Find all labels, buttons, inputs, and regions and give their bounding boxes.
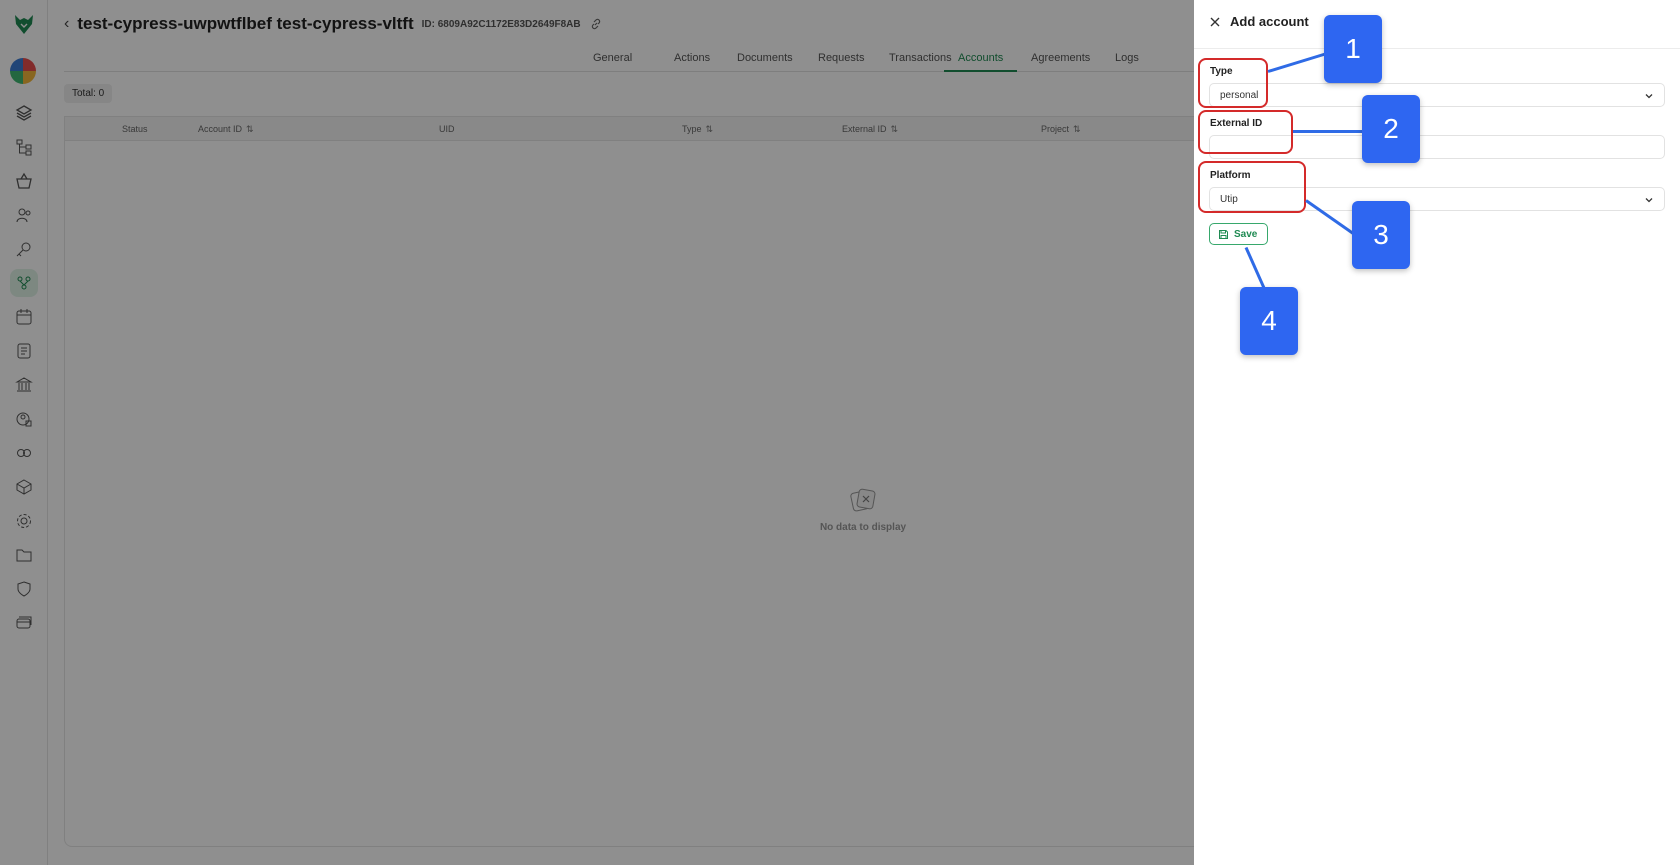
highlight-type — [1198, 58, 1268, 108]
save-button-label: Save — [1234, 228, 1258, 240]
empty-cards-icon — [850, 488, 876, 512]
type-select[interactable]: personal — [1209, 83, 1665, 107]
save-icon — [1219, 229, 1228, 239]
empty-state-text: No data to display — [819, 522, 907, 533]
chevron-down-icon[interactable] — [1644, 195, 1654, 205]
highlight-external-id — [1198, 110, 1293, 154]
save-button[interactable]: Save — [1209, 223, 1269, 245]
close-icon[interactable] — [1210, 17, 1220, 27]
empty-state: No data to display — [803, 485, 923, 533]
callout-line-2 — [1293, 130, 1363, 133]
drawer-header: Add account — [1210, 14, 1309, 29]
divider — [1194, 48, 1680, 49]
annotation-badge-1: 1 — [1324, 15, 1382, 83]
drawer-title: Add account — [1230, 14, 1309, 29]
modal-backdrop[interactable] — [0, 0, 1194, 865]
annotation-badge-3: 3 — [1352, 201, 1410, 269]
chevron-down-icon[interactable] — [1644, 91, 1654, 101]
annotation-badge-4: 4 — [1240, 287, 1298, 355]
annotation-badge-2: 2 — [1362, 95, 1420, 163]
highlight-platform — [1198, 161, 1306, 213]
